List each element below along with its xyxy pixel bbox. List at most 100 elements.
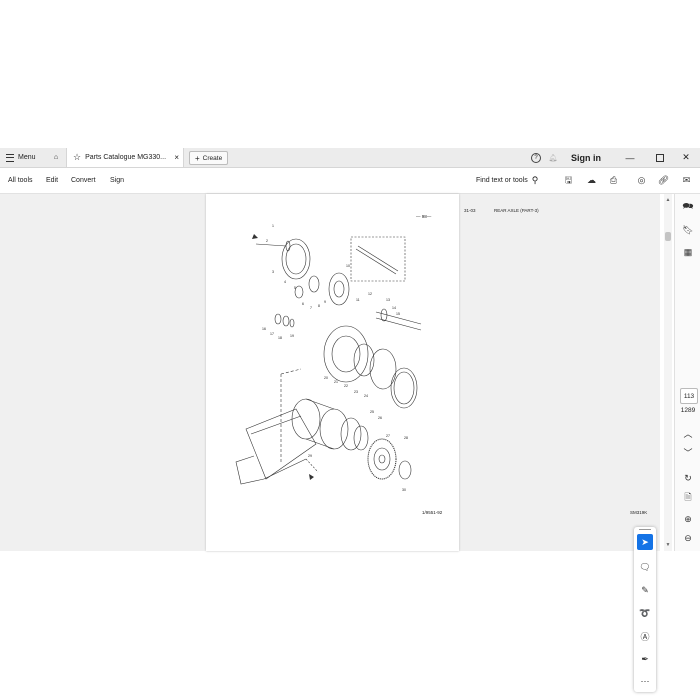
part-callout: 17 <box>270 332 274 336</box>
document-viewport[interactable]: — 98— 31-03 REAR AXLE (PART-3) 1/9551-92… <box>0 194 660 551</box>
print-button[interactable]: ⎙ <box>608 168 619 193</box>
edit-menu[interactable]: Edit <box>46 168 58 193</box>
hamburger-icon <box>6 153 14 162</box>
sign-in-button[interactable]: Sign in <box>571 148 601 167</box>
part-callout: 5 <box>294 286 296 290</box>
ai-assistant-button[interactable]: ◎ <box>636 168 647 193</box>
part-callout: 29 <box>308 454 312 458</box>
zoom-out-button[interactable]: ⊖ <box>681 531 695 545</box>
part-callout: 23 <box>354 390 358 394</box>
drag-handle[interactable] <box>639 529 651 532</box>
previous-page-button[interactable]: ︿ <box>681 426 695 440</box>
menu-label: Menu <box>18 154 36 161</box>
part-callout: 18 <box>278 336 282 340</box>
sign-tool[interactable]: ✒ <box>637 651 653 667</box>
maximize-icon <box>656 153 664 162</box>
close-window-button[interactable]: ✕ <box>680 148 692 167</box>
zoom-in-icon: ⊕ <box>684 513 692 524</box>
scroll-up-arrow-icon[interactable]: ▲ <box>664 197 672 203</box>
draw-tool[interactable]: ✎ <box>637 582 653 598</box>
part-callout: 25 <box>370 410 374 414</box>
create-button[interactable]: + Create <box>189 151 229 165</box>
help-button[interactable]: ? <box>531 148 541 167</box>
minimize-button[interactable]: — <box>624 148 636 167</box>
upload-button[interactable]: ☁ <box>586 168 597 193</box>
comment-tool[interactable]: 🗨︎ <box>637 559 653 575</box>
part-callout: 24 <box>364 394 368 398</box>
scroll-down-arrow-icon[interactable]: ▼ <box>664 542 672 548</box>
save-button[interactable]: 🖫︎ <box>563 168 574 193</box>
home-button[interactable]: ⌂ <box>48 148 64 167</box>
add-text-tool[interactable]: Ⓐ <box>637 628 653 644</box>
ai-assistant-icon: ◎ <box>637 175 646 185</box>
cloud-upload-icon: ☁ <box>587 175 596 185</box>
exploded-axle-diagram <box>235 234 422 485</box>
comment-add-icon: 🗨︎ <box>639 561 651 572</box>
find-label: Find text or tools <box>476 177 528 184</box>
part-callout: 26 <box>378 416 382 420</box>
part-callout: 4 <box>284 280 286 284</box>
all-tools-menu[interactable]: All tools <box>8 168 33 193</box>
select-tool[interactable]: ➤ <box>637 534 653 550</box>
part-callout: 3 <box>272 270 274 274</box>
thumbnails-panel-button[interactable]: ▦ <box>681 245 695 259</box>
save-icon: 🖫︎ <box>564 174 573 185</box>
zoom-out-icon: ⊖ <box>684 532 692 543</box>
part-callout: 28 <box>404 436 408 440</box>
notifications-button[interactable]: 🔔︎ <box>548 148 558 167</box>
rotate-icon: ↻ <box>684 472 692 483</box>
tab-title: Parts Catalogue MG330... <box>85 154 167 161</box>
part-callout: 10 <box>346 264 350 268</box>
vertical-scrollbar[interactable]: ▲ ▼ <box>664 194 672 551</box>
chevron-up-icon: ︿ <box>683 428 693 439</box>
star-icon[interactable]: ☆ <box>73 152 81 163</box>
tab-close-icon[interactable]: × <box>174 153 179 162</box>
next-page-button[interactable]: ﹀ <box>681 445 695 459</box>
bell-icon: 🔔︎ <box>548 154 558 162</box>
part-callout: 14 <box>392 306 396 310</box>
mail-icon: ✉ <box>682 175 691 185</box>
figure-number: 31-03 <box>464 208 476 213</box>
more-horizontal-icon: ⋯ <box>640 675 650 686</box>
part-callout: 11 <box>356 298 360 302</box>
title-bar: Menu ⌂ ☆ Parts Catalogue MG330... × + Cr… <box>0 148 700 168</box>
share-link-button[interactable]: 🔗︎ <box>658 168 669 193</box>
freehand-tool[interactable]: ➰ <box>637 605 653 621</box>
more-tools-button[interactable]: ⋯ <box>637 673 653 689</box>
scroll-thumb[interactable] <box>665 232 671 241</box>
quick-tools-strip: ➤ 🗨︎ ✎ ➰ Ⓐ ✒ ⋯ <box>634 527 656 692</box>
acrobat-window: Menu ⌂ ☆ Parts Catalogue MG330... × + Cr… <box>0 148 700 692</box>
close-icon: ✕ <box>682 152 690 162</box>
create-label: Create <box>202 154 223 162</box>
find-tools-button[interactable]: Find text or tools ⚲ <box>476 168 538 193</box>
comments-panel-button[interactable]: 🗪︎ <box>681 200 695 214</box>
text-box-icon: Ⓐ <box>640 631 650 642</box>
part-callout: 30 <box>402 488 406 492</box>
sign-menu[interactable]: Sign <box>110 168 124 193</box>
document-tab[interactable]: ☆ Parts Catalogue MG330... × <box>66 148 184 167</box>
page-number-input[interactable]: 113 <box>680 388 698 404</box>
page-extract-icon: 🗎︎ <box>684 492 692 502</box>
bookmark-icon: 🔖︎ <box>682 224 694 235</box>
part-callout: 22 <box>344 384 348 388</box>
maximize-button[interactable] <box>654 148 666 167</box>
figure-title: REAR AXLE (PART-3) <box>494 208 539 213</box>
footer-reference: SM319K <box>630 510 648 515</box>
part-callout: 15 <box>396 312 400 316</box>
part-callout: 2 <box>266 239 268 243</box>
bookmarks-panel-button[interactable]: 🔖︎ <box>681 223 695 237</box>
menu-button[interactable]: Menu <box>6 148 36 167</box>
rotate-button[interactable]: ↻ <box>681 471 695 485</box>
page-mark: — 98— <box>416 214 432 219</box>
part-callout: 6 <box>302 302 304 306</box>
search-icon: ⚲ <box>531 175 539 185</box>
footer-code: 1/9551-92 <box>422 510 443 515</box>
part-callout: 20 <box>324 376 328 380</box>
email-button[interactable]: ✉ <box>681 168 692 193</box>
extract-page-button[interactable]: 🗎︎ <box>681 491 695 505</box>
minimize-icon: — <box>625 152 635 163</box>
zoom-in-button[interactable]: ⊕ <box>681 512 695 526</box>
part-callout: 21 <box>334 380 338 384</box>
thumbnails-grid-icon: ▦ <box>683 246 693 257</box>
convert-menu[interactable]: Convert <box>71 168 96 193</box>
